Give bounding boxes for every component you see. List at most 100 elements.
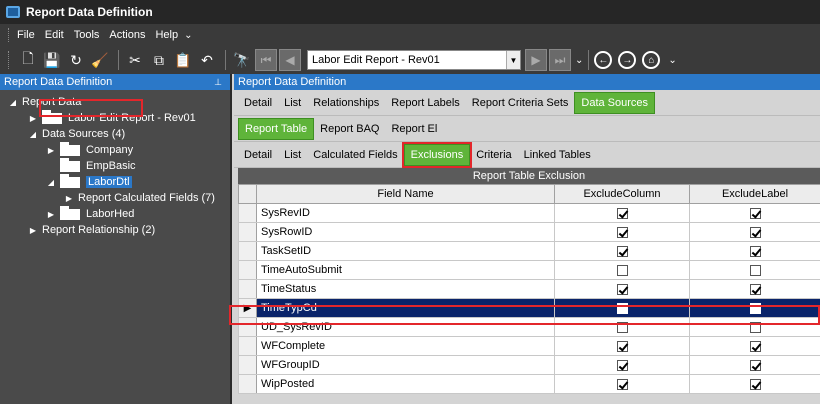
tab-report-baq[interactable]: Report BAQ (314, 118, 385, 140)
tree-node-report-calculated-fields[interactable]: ▶ Report Calculated Fields (7) (0, 190, 230, 206)
table-row[interactable]: WFComplete (238, 336, 820, 356)
field-name-cell[interactable]: TimeTypCd (256, 298, 555, 318)
field-name-cell[interactable]: SysRowID (256, 222, 555, 242)
field-name-cell[interactable]: SysRevID (256, 203, 555, 223)
menu-file[interactable]: File (17, 29, 35, 41)
exclude-label-checkbox[interactable] (749, 302, 761, 314)
refresh-icon[interactable]: ↻ (65, 49, 87, 71)
table-row[interactable]: UD_SysRevID (238, 317, 820, 337)
exclude-column-checkbox[interactable] (616, 321, 628, 333)
table-row[interactable]: TaskSetID (238, 241, 820, 261)
pin-icon[interactable]: ⊥ (214, 77, 222, 88)
tree-node-labordtl[interactable]: ◢ LaborDtl (0, 173, 230, 190)
tab-report-criteria-sets[interactable]: Report Criteria Sets (466, 92, 575, 114)
exclude-column-checkbox[interactable] (616, 340, 628, 352)
expand-arrow-icon[interactable]: ◢ (28, 130, 38, 139)
exclude-column-checkbox[interactable] (616, 245, 628, 257)
menu-tools[interactable]: Tools (74, 29, 100, 41)
column-header-exclude-label[interactable]: ExcludeLabel (689, 184, 820, 204)
table-row[interactable]: TimeAutoSubmit (238, 260, 820, 280)
last-record-icon[interactable]: ⏭ (549, 49, 571, 71)
exclude-label-checkbox[interactable] (749, 264, 761, 276)
menu-help[interactable]: Help (155, 29, 178, 41)
back-icon[interactable]: ← (594, 51, 613, 69)
exclude-column-checkbox[interactable] (616, 302, 628, 314)
tab-linked-tables[interactable]: Linked Tables (518, 144, 597, 166)
chevron-down-icon[interactable]: ▼ (506, 51, 520, 69)
row-selector[interactable] (238, 241, 257, 261)
next-record-icon[interactable]: ▶ (525, 49, 547, 71)
tab-calculated-fields[interactable]: Calculated Fields (307, 144, 403, 166)
tab-table-detail[interactable]: Detail (238, 144, 278, 166)
exclude-label-checkbox[interactable] (749, 378, 761, 390)
tab-report-ei[interactable]: Report El (385, 118, 443, 140)
copy-icon[interactable]: ⧉ (148, 49, 170, 71)
tab-criteria[interactable]: Criteria (470, 144, 517, 166)
row-selector[interactable] (238, 222, 257, 242)
expand-arrow-icon[interactable]: ▶ (46, 210, 56, 219)
row-selector[interactable] (238, 317, 257, 337)
row-selector[interactable]: ▶ (238, 298, 257, 318)
column-header-exclude-column[interactable]: ExcludeColumn (554, 184, 690, 204)
expand-arrow-icon[interactable]: ▶ (28, 226, 38, 235)
tree-node-data-sources[interactable]: ◢ Data Sources (4) (0, 126, 230, 142)
table-row[interactable]: WipPosted (238, 374, 820, 394)
field-name-cell[interactable]: UD_SysRevID (256, 317, 555, 337)
field-name-cell[interactable]: WFComplete (256, 336, 555, 356)
tab-table-list[interactable]: List (278, 144, 307, 166)
cut-icon[interactable]: ✂ (124, 49, 146, 71)
undo-icon[interactable]: ↶ (196, 49, 218, 71)
first-record-icon[interactable]: ⏮ (255, 49, 277, 71)
exclude-column-checkbox[interactable] (616, 264, 628, 276)
exclude-label-checkbox[interactable] (749, 359, 761, 371)
exclude-column-checkbox[interactable] (616, 283, 628, 295)
table-row[interactable]: SysRowID (238, 222, 820, 242)
exclude-column-checkbox[interactable] (616, 359, 628, 371)
field-name-cell[interactable]: TaskSetID (256, 241, 555, 261)
expand-arrow-icon[interactable]: ◢ (8, 98, 18, 107)
collapse-arrow-icon[interactable]: ◢ (46, 178, 56, 187)
field-name-cell[interactable]: WipPosted (256, 374, 555, 394)
exclude-label-checkbox[interactable] (749, 226, 761, 238)
table-row[interactable]: TimeStatus (238, 279, 820, 299)
expand-arrow-icon[interactable]: ▶ (28, 114, 38, 123)
field-name-cell[interactable]: WFGroupID (256, 355, 555, 375)
row-selector[interactable] (238, 279, 257, 299)
menu-edit[interactable]: Edit (45, 29, 64, 41)
column-header-field-name[interactable]: Field Name (256, 184, 555, 204)
row-selector[interactable] (238, 355, 257, 375)
expand-arrow-icon[interactable]: ▶ (46, 146, 56, 155)
tree-node-empbasic[interactable]: EmpBasic (0, 157, 230, 174)
exclude-column-checkbox[interactable] (616, 207, 628, 219)
home-icon[interactable]: ⌂ (642, 51, 661, 69)
menu-overflow-icon[interactable]: ⌄ (184, 30, 192, 41)
save-icon[interactable]: 💾 (41, 49, 63, 71)
toolbar-overflow-icon[interactable]: ⌄ (575, 55, 583, 66)
menu-actions[interactable]: Actions (109, 29, 145, 41)
exclude-label-checkbox[interactable] (749, 207, 761, 219)
clear-icon[interactable]: 🧹 (89, 49, 111, 71)
search-binoculars-icon[interactable]: 🔭 (231, 49, 253, 71)
field-name-cell[interactable]: TimeAutoSubmit (256, 260, 555, 280)
record-combo[interactable]: Labor Edit Report - Rev01 ▼ (307, 50, 521, 70)
tree-node-company[interactable]: ▶ Company (0, 141, 230, 158)
exclude-label-checkbox[interactable] (749, 283, 761, 295)
paste-icon[interactable]: 📋 (172, 49, 194, 71)
row-selector[interactable] (238, 336, 257, 356)
forward-icon[interactable]: → (618, 51, 637, 69)
row-selector[interactable] (238, 203, 257, 223)
field-name-cell[interactable]: TimeStatus (256, 279, 555, 299)
row-selector[interactable] (238, 374, 257, 394)
exclude-column-checkbox[interactable] (616, 378, 628, 390)
tree-node-report-relationship[interactable]: ▶ Report Relationship (2) (0, 222, 230, 238)
expand-arrow-icon[interactable]: ▶ (64, 194, 74, 203)
tab-exclusions[interactable]: Exclusions (401, 141, 473, 168)
table-row[interactable]: ▶ TimeTypCd (238, 298, 820, 318)
row-selector[interactable] (238, 260, 257, 280)
exclude-label-checkbox[interactable] (749, 245, 761, 257)
tab-report-labels[interactable]: Report Labels (385, 92, 466, 114)
previous-record-icon[interactable]: ◀ (279, 49, 301, 71)
table-row[interactable]: SysRevID (238, 203, 820, 223)
tab-report-table[interactable]: Report Table (238, 117, 315, 140)
tab-list[interactable]: List (278, 92, 307, 114)
